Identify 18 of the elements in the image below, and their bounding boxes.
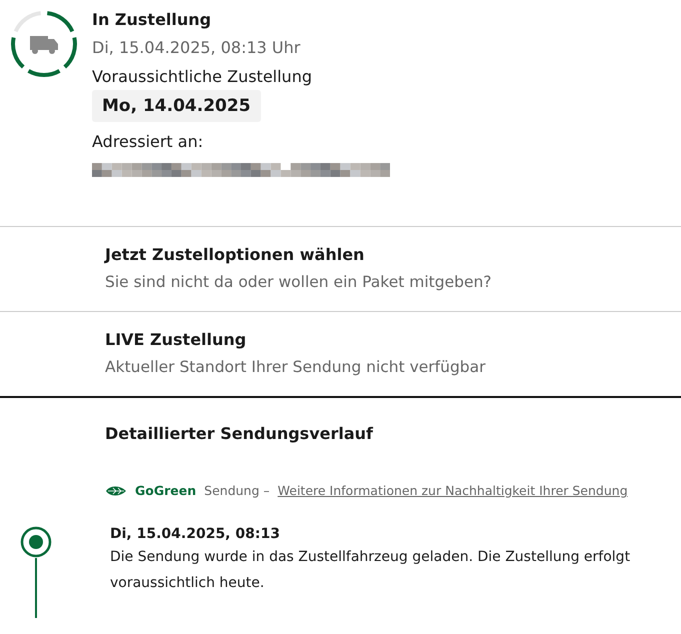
leaf-icon	[105, 484, 127, 496]
gogreen-label: GoGreen	[135, 483, 196, 498]
event-time: Di, 15.04.2025, 08:13	[110, 526, 281, 542]
event-description: Die Sendung wurde in das Zustellfahrzeug geladen. Die Zustellung erfolgt voraussichtlich heute.	[110, 548, 632, 593]
expected-delivery-label: Voraussichtliche Zustellung	[92, 67, 312, 86]
status-timestamp: Di, 15.04.2025, 08:13 Uhr	[92, 38, 300, 57]
history-title: Detaillierter Sendungsverlauf	[105, 424, 374, 443]
option-subtitle: Aktueller Standort Ihrer Sendung nicht verfügbar	[105, 358, 487, 376]
sustainability-link[interactable]: Weitere Informationen zur Nachhaltigkeit Ihrer Sendung	[278, 483, 628, 498]
expected-delivery-date: Mo, 14.04.2025	[92, 90, 261, 122]
progress-ring	[11, 11, 77, 77]
status-title: In Zustellung	[92, 10, 212, 30]
shipment-label: Sendung –	[204, 483, 270, 498]
option-title[interactable]: Jetzt Zustelloptionen wählen	[105, 245, 681, 264]
option-subtitle: Sie sind nicht da oder wollen ein Paket mitgeben?	[105, 273, 493, 291]
van-icon	[30, 36, 58, 54]
option-title[interactable]: LIVE Zustellung	[105, 330, 681, 349]
addressed-label: Adressiert an:	[92, 132, 204, 151]
